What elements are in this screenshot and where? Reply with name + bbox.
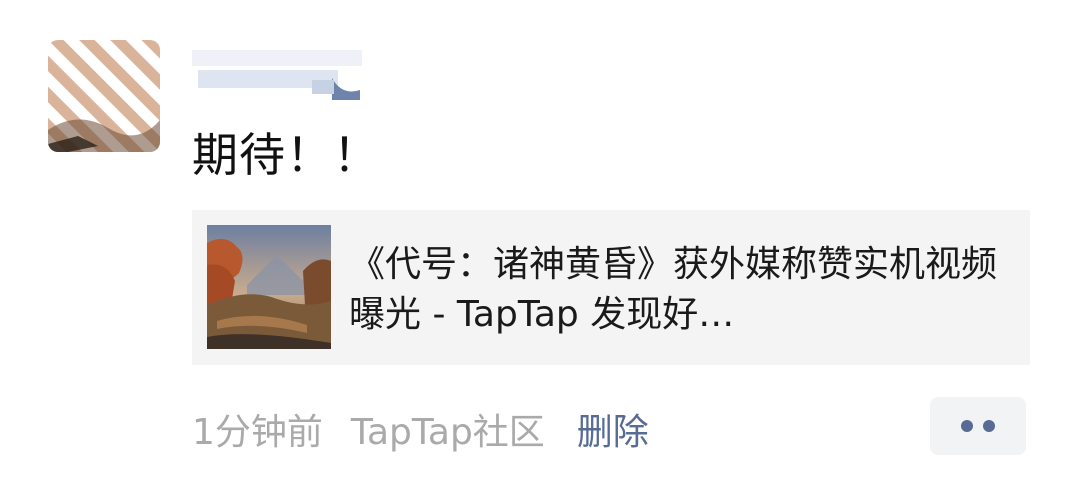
- user-avatar[interactable]: [48, 40, 160, 152]
- link-title: 《代号：诸神黄昏》获外媒称赞实机视频曝光 - TapTap 发现好…: [349, 244, 998, 335]
- more-dots-icon: [961, 420, 973, 432]
- post-source-link[interactable]: TapTap社区: [351, 403, 545, 455]
- link-thumbnail: [207, 225, 331, 349]
- shared-link-card[interactable]: 《代号：诸神黄昏》获外媒称赞实机视频曝光 - TapTap 发现好…: [192, 210, 1030, 365]
- delete-button[interactable]: 删除: [577, 403, 649, 455]
- moments-post: 期待！！ 《代号：诸神黄昏》获外媒称赞实机视频曝光 - TapTap 发现好… …: [0, 0, 1080, 480]
- username-obscured[interactable]: [192, 40, 372, 102]
- more-actions-button[interactable]: [930, 397, 1026, 455]
- more-dots-icon-2: [983, 420, 995, 432]
- post-time: 1分钟前: [192, 412, 323, 453]
- post-text: 期待！！: [192, 128, 380, 182]
- post-meta-row: 1分钟前 TapTap社区 删除: [192, 398, 649, 460]
